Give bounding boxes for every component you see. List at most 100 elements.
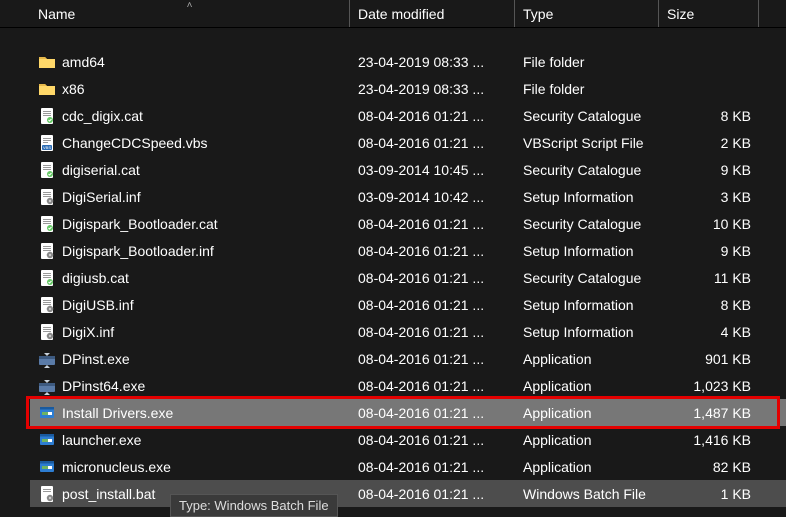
cell-size: 11 KB	[659, 270, 759, 286]
cell-type: VBScript Script File	[515, 135, 659, 151]
cell-type: File folder	[515, 54, 659, 70]
inf-icon	[38, 323, 56, 341]
cell-type: Windows Batch File	[515, 486, 659, 502]
table-row[interactable]: DPinst.exe08-04-2016 01:21 ...Applicatio…	[30, 345, 786, 372]
file-list: amd64 23-04-2019 08:33 ...File folder x86 2…	[0, 28, 786, 507]
column-header-row: Name ˄ Date modified Type Size	[0, 0, 786, 28]
cell-name: amd64	[30, 53, 350, 71]
table-row[interactable]: cdc_digix.cat08-04-2016 01:21 ...Securit…	[30, 102, 786, 129]
table-row[interactable]: digiserial.cat 03-09-2014 10:45 ...Securi…	[30, 156, 786, 183]
cell-type: Application	[515, 432, 659, 448]
file-name: x86	[62, 81, 85, 97]
folder-icon	[38, 53, 56, 71]
column-header-name[interactable]: Name ˄	[30, 0, 350, 27]
inf-icon	[38, 188, 56, 206]
file-name: digiserial.cat	[62, 162, 140, 178]
table-row[interactable]: DPinst64.exe 08-04-2016 01:21 ...Applicat…	[30, 372, 786, 399]
file-name: DPinst.exe	[62, 351, 130, 367]
table-row[interactable]: micronucleus.exe08-04-2016 01:21 ...Appl…	[30, 453, 786, 480]
cell-date: 08-04-2016 01:21 ...	[350, 270, 515, 286]
cell-size: 1,416 KB	[659, 432, 759, 448]
cell-date: 08-04-2016 01:21 ...	[350, 351, 515, 367]
column-label: Type	[523, 6, 553, 22]
exe-install-icon	[38, 458, 56, 476]
cell-date: 08-04-2016 01:21 ...	[350, 216, 515, 232]
exe-compress-icon	[38, 350, 56, 368]
cell-name: DigiSerial.inf	[30, 188, 350, 206]
file-name: digiusb.cat	[62, 270, 129, 286]
cell-name: DPinst64.exe	[30, 377, 350, 395]
cell-type: Setup Information	[515, 189, 659, 205]
cell-type: Application	[515, 405, 659, 421]
file-name: cdc_digix.cat	[62, 108, 143, 124]
file-name: amd64	[62, 54, 105, 70]
column-header-type[interactable]: Type	[515, 0, 659, 27]
file-name: DPinst64.exe	[62, 378, 145, 394]
cell-name: DigiUSB.inf	[30, 296, 350, 314]
cell-type: Security Catalogue	[515, 216, 659, 232]
column-header-date[interactable]: Date modified	[350, 0, 515, 27]
cell-date: 23-04-2019 08:33 ...	[350, 54, 515, 70]
cell-size: 9 KB	[659, 162, 759, 178]
table-row[interactable]: DigiUSB.inf08-04-2016 01:21 ...Setup Inf…	[30, 291, 786, 318]
cell-date: 08-04-2016 01:21 ...	[350, 378, 515, 394]
cell-date: 03-09-2014 10:45 ...	[350, 162, 515, 178]
cell-name: VBS ChangeCDCSpeed.vbs	[30, 134, 350, 152]
table-row[interactable]: amd64 23-04-2019 08:33 ...File folder	[30, 48, 786, 75]
cell-date: 08-04-2016 01:21 ...	[350, 486, 515, 502]
cell-size: 1,023 KB	[659, 378, 759, 394]
bat-icon	[38, 485, 56, 503]
cell-name: launcher.exe	[30, 431, 350, 449]
file-name: post_install.bat	[62, 486, 155, 502]
cell-date: 08-04-2016 01:21 ...	[350, 297, 515, 313]
table-row[interactable]: launcher.exe08-04-2016 01:21 ...Applicat…	[30, 426, 786, 453]
vbs-icon: VBS	[38, 134, 56, 152]
cell-name: Install Drivers.exe	[30, 404, 350, 422]
table-row[interactable]: Digispark_Bootloader.inf08-04-2016 01:21…	[30, 237, 786, 264]
table-row[interactable]: Install Drivers.exe08-04-2016 01:21 ...A…	[30, 399, 786, 426]
column-label: Size	[667, 6, 694, 22]
cell-size: 8 KB	[659, 297, 759, 313]
table-row[interactable]: Digispark_Bootloader.cat 08-04-2016 01:21…	[30, 210, 786, 237]
column-header-size[interactable]: Size	[659, 0, 759, 27]
file-name: Digispark_Bootloader.cat	[62, 216, 218, 232]
cell-type: Security Catalogue	[515, 162, 659, 178]
table-row[interactable]: digiusb.cat 08-04-2016 01:21 ...Security …	[30, 264, 786, 291]
cat-icon	[38, 107, 56, 125]
table-row[interactable]: DigiSerial.inf03-09-2014 10:42 ...Setup …	[30, 183, 786, 210]
sort-ascending-icon: ˄	[187, 0, 193, 11]
cell-date: 08-04-2016 01:21 ...	[350, 243, 515, 259]
cell-size: 901 KB	[659, 351, 759, 367]
file-name: DigiUSB.inf	[62, 297, 134, 313]
cell-size: 10 KB	[659, 216, 759, 232]
cell-date: 08-04-2016 01:21 ...	[350, 324, 515, 340]
table-row[interactable]: x8623-04-2019 08:33 ...File folder	[30, 75, 786, 102]
cell-size: 8 KB	[659, 108, 759, 124]
cell-size: 1 KB	[659, 486, 759, 502]
cell-name: DPinst.exe	[30, 350, 350, 368]
exe-compress-icon	[38, 377, 56, 395]
cat-icon	[38, 215, 56, 233]
cell-type: Security Catalogue	[515, 270, 659, 286]
file-name: DigiX.inf	[62, 324, 114, 340]
cell-date: 08-04-2016 01:21 ...	[350, 108, 515, 124]
cell-date: 08-04-2016 01:21 ...	[350, 459, 515, 475]
cell-date: 23-04-2019 08:33 ...	[350, 81, 515, 97]
file-name: DigiSerial.inf	[62, 189, 141, 205]
file-name: ChangeCDCSpeed.vbs	[62, 135, 208, 151]
cell-name: DigiX.inf	[30, 323, 350, 341]
table-row[interactable]: DigiX.inf08-04-2016 01:21 ...Setup Infor…	[30, 318, 786, 345]
cell-date: 08-04-2016 01:21 ...	[350, 135, 515, 151]
cell-size: 2 KB	[659, 135, 759, 151]
cell-size: 4 KB	[659, 324, 759, 340]
inf-icon	[38, 296, 56, 314]
cell-name: micronucleus.exe	[30, 458, 350, 476]
tooltip: Type: Windows Batch File	[170, 494, 338, 517]
cell-name: x86	[30, 80, 350, 98]
table-row[interactable]: post_install.bat 08-04-2016 01:21 ...Wind…	[30, 480, 786, 507]
cell-type: Application	[515, 459, 659, 475]
table-row[interactable]: VBS ChangeCDCSpeed.vbs 08-04-2016 01:21 ..…	[30, 129, 786, 156]
file-name: launcher.exe	[62, 432, 141, 448]
cell-type: Application	[515, 378, 659, 394]
file-name: Install Drivers.exe	[62, 405, 173, 421]
